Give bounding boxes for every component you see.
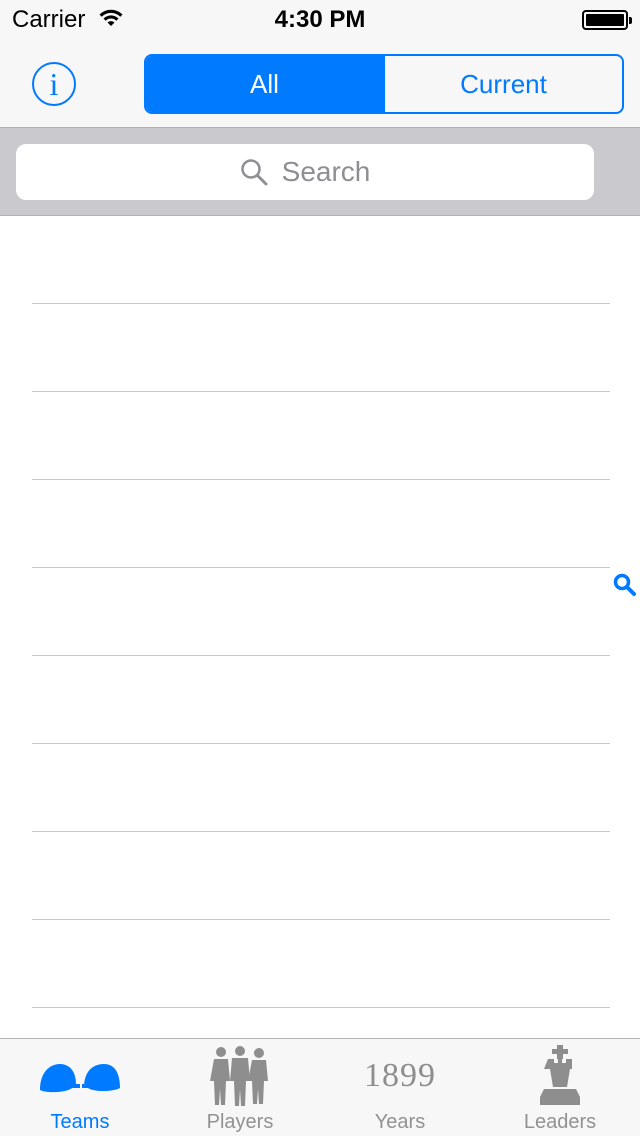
status-bar: Carrier 4:30 PM [0,0,640,40]
table-row[interactable] [32,744,610,832]
tab-years-label: Years [374,1111,426,1133]
segmented-control: All Current [144,54,624,114]
table-row[interactable] [32,216,610,304]
tab-bar: Teams Players 1899 Years Leaders [0,1038,640,1136]
search-input[interactable]: Search [16,144,594,200]
teams-table [0,216,640,1038]
tab-players-label: Players [206,1111,274,1133]
tab-teams[interactable]: Teams [0,1039,160,1136]
info-button[interactable]: i [32,62,76,106]
year-icon: 1899 [364,1057,436,1094]
tab-years[interactable]: 1899 Years [320,1039,480,1136]
table-row[interactable] [32,832,610,920]
search-bar: Search [0,128,640,216]
players-icon [210,1046,268,1106]
navigation-bar: i All Current [0,40,640,128]
index-search-icon[interactable] [612,572,638,598]
table-row[interactable] [32,920,610,1008]
tab-teams-label: Teams [50,1111,110,1133]
table-row[interactable] [32,304,610,392]
tab-leaders[interactable]: Leaders [480,1039,640,1136]
search-placeholder: Search [281,156,371,187]
table-row[interactable] [32,392,610,480]
search-icon [240,159,268,186]
tab-leaders-label: Leaders [523,1111,597,1133]
table-row[interactable] [32,480,610,568]
table-row[interactable] [32,568,610,656]
battery-icon [582,10,632,30]
table-row[interactable] [32,656,610,744]
caps-icon [40,1064,120,1093]
tab-players[interactable]: Players [160,1039,320,1136]
segment-current[interactable]: Current [383,56,622,112]
status-time: 4:30 PM [274,6,366,33]
segment-all[interactable]: All [146,56,383,112]
chess-king-icon [540,1045,580,1105]
